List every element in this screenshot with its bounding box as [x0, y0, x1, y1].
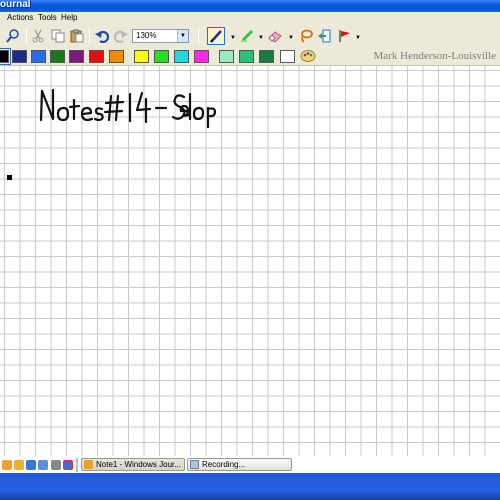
color-swatch-sea-green[interactable]	[239, 50, 254, 63]
quick-launch-icon[interactable]	[38, 460, 48, 470]
quick-launch-icon[interactable]	[26, 460, 36, 470]
color-swatch-magenta[interactable]	[194, 50, 209, 63]
taskbar-button-label: Note1 - Windows Jour...	[96, 460, 181, 469]
window-title: ournal	[0, 0, 31, 10]
color-swatch-mint[interactable]	[219, 50, 234, 63]
highlighter-dropdown-icon[interactable]: ▼	[258, 35, 264, 41]
taskbar: Note1 - Windows Jour... Recording...	[0, 456, 500, 500]
pen-dropdown-icon[interactable]: ▼	[230, 35, 236, 41]
undo-icon[interactable]	[93, 27, 111, 45]
highlighter-icon[interactable]	[238, 27, 256, 45]
menu-help[interactable]: Help	[61, 13, 77, 22]
paste-icon[interactable]	[68, 27, 86, 45]
eraser-dropdown-icon[interactable]: ▼	[288, 35, 294, 41]
color-swatch-orange[interactable]	[109, 50, 124, 63]
pen-settings-icon[interactable]	[299, 47, 317, 65]
color-swatch-white[interactable]	[280, 50, 295, 63]
flag-icon[interactable]	[336, 27, 354, 45]
flag-dropdown-icon[interactable]: ▼	[355, 35, 361, 41]
insert-space-icon[interactable]	[315, 27, 333, 45]
color-swatch-blue[interactable]	[31, 50, 46, 63]
color-swatch-cyan[interactable]	[174, 50, 189, 63]
redo-icon[interactable]	[112, 27, 130, 45]
eraser-icon[interactable]	[266, 27, 284, 45]
quick-launch-icon[interactable]	[63, 460, 73, 470]
chevron-down-icon[interactable]: ▼	[177, 30, 188, 42]
handwritten-title-end	[179, 104, 192, 118]
color-swatch-yellow[interactable]	[134, 50, 149, 63]
zoom-value: 130%	[136, 31, 157, 40]
zoom-select[interactable]: 130% ▼	[132, 29, 189, 43]
color-swatch-navy[interactable]	[12, 50, 27, 63]
author-watermark: Mark Henderson-Louisville	[373, 50, 497, 62]
taskbar-button-label: Recording...	[202, 460, 246, 469]
quick-launch-icon[interactable]	[51, 460, 61, 470]
color-swatch-lime[interactable]	[154, 50, 169, 63]
ink-dot	[7, 175, 12, 180]
color-swatch-purple[interactable]	[69, 50, 84, 63]
menu-actions[interactable]: Actions	[7, 13, 33, 22]
quick-launch-icon[interactable]	[14, 460, 24, 470]
taskbar-button-recording[interactable]: Recording...	[187, 458, 292, 471]
color-swatch-red[interactable]	[89, 50, 104, 63]
recorder-icon	[190, 460, 199, 469]
copy-icon[interactable]	[49, 27, 67, 45]
quick-launch-icon[interactable]	[2, 460, 12, 470]
cut-icon[interactable]	[29, 27, 47, 45]
menu-tools[interactable]: Tools	[38, 13, 57, 22]
taskbar-button-journal[interactable]: Note1 - Windows Jour...	[81, 458, 185, 471]
pen-icon[interactable]	[207, 27, 225, 45]
color-swatch-green[interactable]	[50, 50, 65, 63]
search-icon[interactable]	[4, 27, 22, 45]
color-swatch-black[interactable]	[0, 48, 11, 65]
title-bar[interactable]: ournal	[0, 0, 500, 12]
journal-icon	[84, 460, 93, 469]
standard-toolbar: 130% ▼ ▼ ▼ ▼ ▼	[0, 24, 500, 48]
menu-bar: Actions Tools Help	[0, 12, 500, 24]
lasso-icon[interactable]	[297, 27, 315, 45]
color-swatch-dark-green[interactable]	[259, 50, 274, 63]
